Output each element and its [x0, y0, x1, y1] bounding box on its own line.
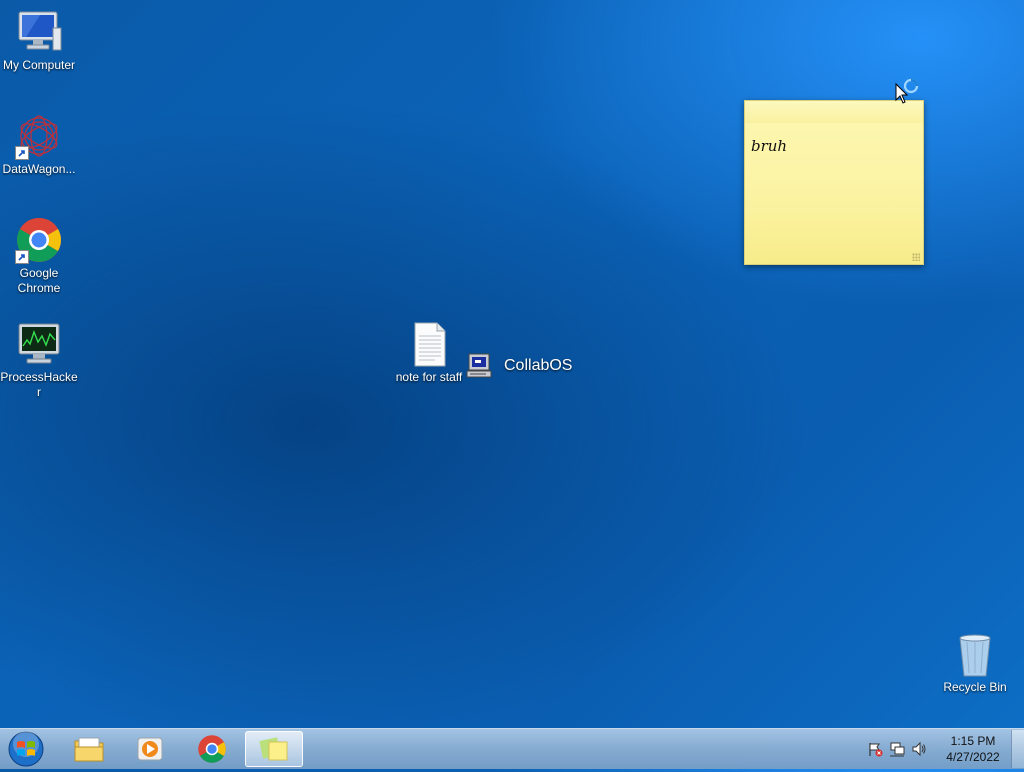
sticky-note[interactable]: bruh: [744, 100, 924, 265]
desktop-icon-label: Google Chrome: [17, 266, 61, 295]
taskbar-sticky-notes[interactable]: [245, 731, 303, 767]
desktop-icon-processhacker[interactable]: ProcessHacker: [0, 320, 78, 400]
chrome-icon: [198, 735, 226, 763]
clock-time: 1:15 PM: [950, 734, 996, 748]
windows-logo-icon: [8, 731, 44, 767]
taskbar: 1:15 PM 4/27/2022: [0, 728, 1024, 769]
taskbar-chrome[interactable]: [183, 731, 241, 767]
shortcut-arrow-icon: [15, 250, 29, 264]
datawagon-icon: [15, 112, 63, 160]
desktop-icon-note-for-staff[interactable]: note for staff: [390, 320, 468, 385]
folder-icon: [74, 737, 104, 762]
sticky-notes-icon: [259, 737, 288, 761]
sticky-note-text[interactable]: bruh: [751, 137, 787, 155]
processhacker-icon: [15, 320, 63, 368]
resize-grip-icon[interactable]: [912, 253, 920, 261]
shortcut-arrow-icon: [15, 146, 29, 160]
start-button[interactable]: [6, 731, 46, 767]
clock-date: 4/27/2022: [946, 750, 1000, 764]
chrome-icon: [15, 216, 63, 264]
action-center-flag-icon[interactable]: [867, 741, 883, 757]
desktop-icon-label: Recycle Bin: [943, 680, 1007, 694]
network-icon[interactable]: [889, 741, 905, 757]
desktop-icon-label: ProcessHacker: [0, 370, 78, 399]
busy-cursor-icon: [895, 78, 919, 104]
system-tray: [864, 729, 930, 769]
show-desktop-button[interactable]: [1011, 730, 1024, 768]
taskbar-clock[interactable]: 1:15 PM 4/27/2022: [936, 733, 1010, 765]
computer-icon: [15, 8, 63, 56]
collabos-label: CollabOS: [466, 352, 572, 380]
collabos-text: CollabOS: [504, 357, 573, 374]
desktop-icon-label: note for staff: [395, 370, 463, 384]
media-player-icon: [137, 737, 163, 761]
taskbar-media-player[interactable]: [121, 731, 179, 767]
desktop-icon-datawagon[interactable]: DataWagon...: [0, 112, 78, 177]
volume-icon[interactable]: [911, 741, 927, 757]
taskbar-file-explorer[interactable]: [60, 731, 118, 767]
desktop-icon-recycle-bin[interactable]: Recycle Bin: [936, 630, 1014, 695]
retro-computer-icon: [466, 353, 492, 378]
text-file-icon: [405, 320, 453, 368]
desktop-icon-label: DataWagon...: [2, 162, 76, 176]
desktop-icon-google-chrome[interactable]: Google Chrome: [0, 216, 78, 296]
recycle-bin-icon: [951, 630, 999, 678]
desktop-icon-label: My Computer: [2, 58, 76, 72]
desktop-icon-my-computer[interactable]: My Computer: [0, 8, 78, 73]
